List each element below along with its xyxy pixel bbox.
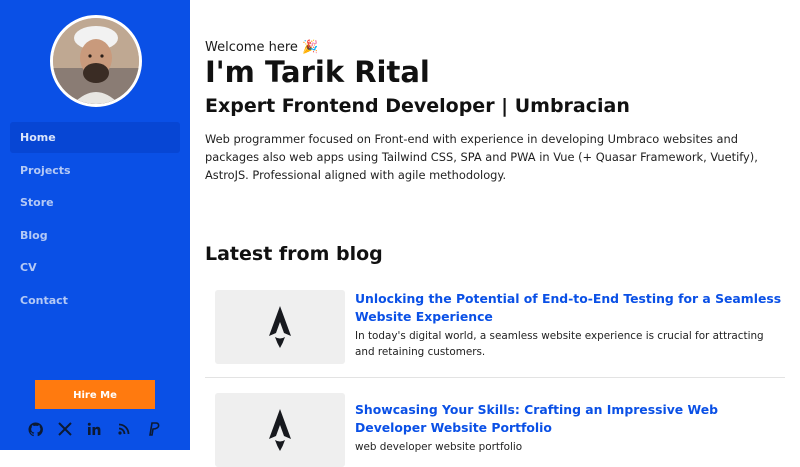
post-title-link[interactable]: Showcasing Your Skills: Crafting an Impr…	[355, 401, 785, 437]
page-title: I'm Tarik Rital	[205, 55, 430, 89]
post-title-link[interactable]: Unlocking the Potential of End-to-End Te…	[355, 290, 785, 326]
sidebar: Home Projects Store Blog CV Contact Hire…	[0, 0, 190, 450]
linkedin-icon[interactable]	[86, 421, 102, 437]
astro-logo-icon	[269, 409, 291, 451]
main-nav: Home Projects Store Blog CV Contact	[10, 122, 180, 317]
post-thumbnail[interactable]	[215, 393, 345, 467]
github-icon[interactable]	[27, 421, 43, 437]
nav-item-blog[interactable]: Blog	[10, 220, 180, 251]
blog-heading: Latest from blog	[205, 243, 383, 265]
blog-post-card[interactable]: Unlocking the Potential of End-to-End Te…	[215, 290, 785, 364]
post-divider	[205, 377, 785, 378]
intro-paragraph: Web programmer focused on Front-end with…	[205, 132, 758, 182]
blog-post-card[interactable]: Showcasing Your Skills: Crafting an Impr…	[215, 393, 785, 467]
post-excerpt: web developer website portfolio	[355, 441, 523, 453]
rss-icon[interactable]	[116, 421, 132, 437]
nav-item-home[interactable]: Home	[10, 122, 180, 153]
nav-item-projects[interactable]: Projects	[10, 155, 180, 186]
post-excerpt: In today's digital world, a seamless web…	[355, 330, 764, 358]
post-thumbnail[interactable]	[215, 290, 345, 364]
nav-item-store[interactable]: Store	[10, 187, 180, 218]
nav-item-cv[interactable]: CV	[10, 252, 180, 283]
avatar[interactable]	[50, 15, 142, 107]
hire-me-button[interactable]: Hire Me	[35, 380, 155, 409]
nav-item-contact[interactable]: Contact	[10, 285, 180, 316]
paypal-icon[interactable]	[145, 421, 161, 437]
avatar-photo	[53, 18, 139, 104]
x-icon[interactable]	[57, 421, 73, 437]
social-links	[27, 421, 175, 437]
astro-logo-icon	[269, 306, 291, 348]
role-subtitle: Expert Frontend Developer | Umbracian	[205, 95, 630, 117]
welcome-text: Welcome here 🎉	[205, 40, 319, 55]
